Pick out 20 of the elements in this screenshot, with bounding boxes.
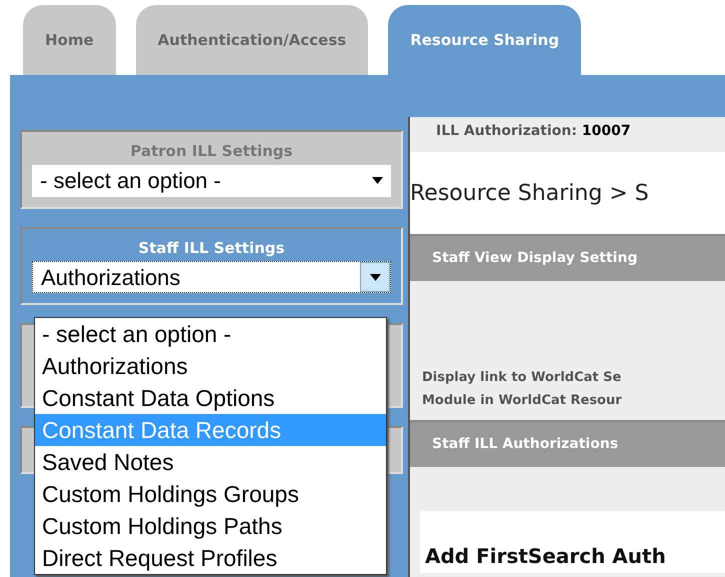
- section-header: Staff View Display Setting: [410, 234, 725, 281]
- dropdown-option[interactable]: Custom Holdings Paths: [35, 510, 386, 542]
- panel-title: Staff ILL Settings: [137, 238, 286, 258]
- dropdown-option[interactable]: Custom Holdings Groups: [35, 478, 386, 510]
- setting-label: Module in WorldCat Resour: [421, 392, 623, 410]
- dropdown-option[interactable]: Constant Data Options: [35, 382, 386, 414]
- setting-label: Display link to WorldCat Se: [421, 369, 622, 387]
- caret-icon: [370, 274, 380, 280]
- breadcrumb: Resource Sharing > S: [410, 180, 649, 208]
- dropdown-option[interactable]: Saved Notes: [35, 446, 386, 478]
- panel-title: Patron ILL Settings: [129, 141, 294, 162]
- authorization-label: ILL Authorization: 10007: [435, 122, 632, 141]
- select-dropdown[interactable]: - select an option -: [32, 164, 391, 196]
- dropdown-option[interactable]: Authorizations: [35, 350, 386, 382]
- section-title: Add FirstSearch Auth: [425, 543, 666, 570]
- dropdown-option[interactable]: - select an option -: [35, 318, 386, 350]
- caret-icon: [372, 177, 383, 184]
- section-header: Staff ILL Authorizations: [410, 420, 725, 467]
- select-dropdown[interactable]: Authorizations: [32, 261, 391, 293]
- dropdown-option[interactable]: Direct Request Profiles: [35, 542, 386, 574]
